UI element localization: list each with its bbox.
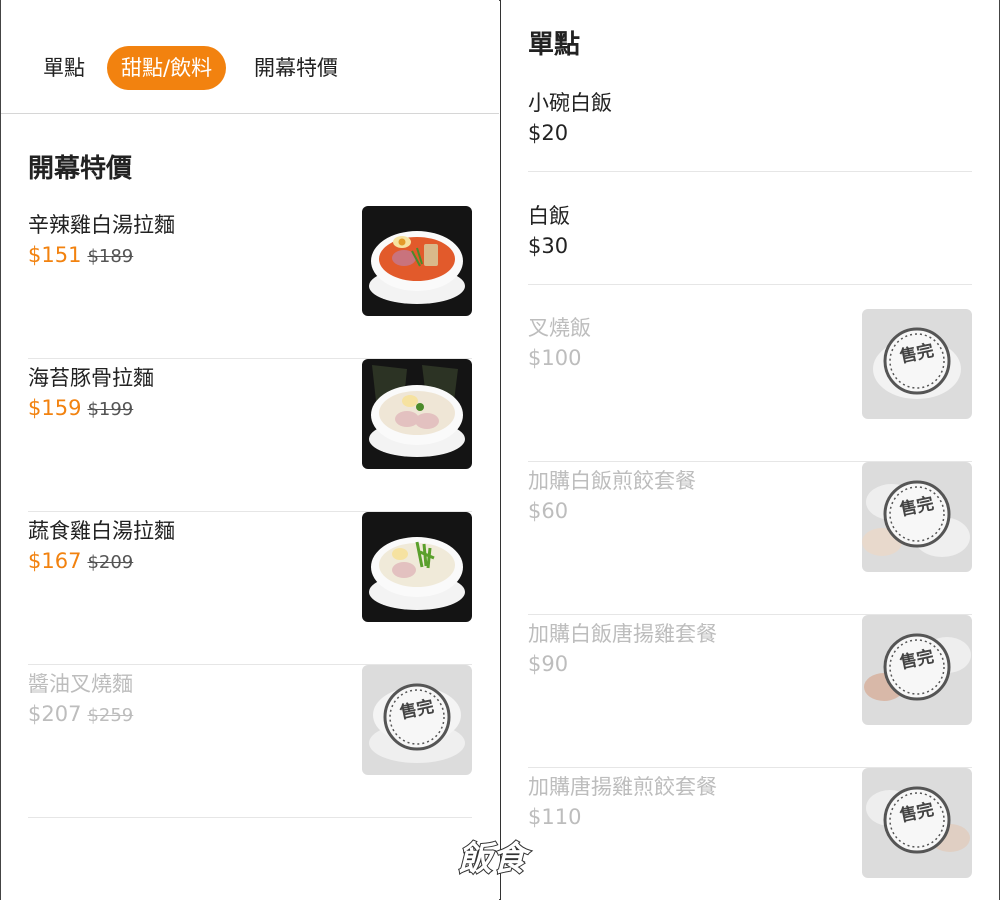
sold-out-photo: 售完	[862, 615, 972, 725]
item-prices: $159 $199	[28, 396, 133, 420]
category-tab-bar: 單點 甜點/飲料 開幕特價	[1, 0, 499, 114]
left-panel: 單點 甜點/飲料 開幕特價 開幕特價 辛辣雞白湯拉麵 $151 $189 海苔豚骨…	[1, 0, 499, 900]
ramen-photo	[362, 206, 472, 316]
item-prices: $110	[528, 805, 581, 829]
item-price: $207	[28, 702, 82, 726]
ramen-photo	[362, 359, 472, 469]
item-prices: $151 $189	[28, 243, 133, 267]
sold-out-stamp-icon: 售完	[369, 683, 465, 763]
sold-out-stamp-icon: 售完	[866, 786, 970, 854]
item-prices: $167 $209	[28, 549, 133, 573]
section-title-opening-special: 開幕特價	[28, 154, 133, 184]
menu-item-sold-out[interactable]: 醬油叉燒麵 $207 $259 售完	[28, 665, 472, 818]
tab-single-items[interactable]: 單點	[29, 46, 99, 90]
item-name: 白飯	[528, 204, 570, 228]
item-price: $110	[528, 805, 582, 829]
item-name: 蔬食雞白湯拉麵	[28, 519, 175, 543]
ramen-photo	[362, 512, 472, 622]
item-price: $30	[528, 234, 569, 258]
item-prices: $207 $259	[28, 702, 133, 726]
item-original-price: $199	[87, 399, 134, 420]
item-prices: $20	[528, 121, 568, 145]
sold-out-stamp-icon: 售完	[862, 480, 970, 557]
item-original-price: $189	[87, 246, 134, 267]
sold-out-photo: 售完	[362, 665, 472, 775]
item-price: $20	[528, 121, 569, 145]
tab-opening-special[interactable]: 開幕特價	[240, 46, 352, 90]
menu-item[interactable]: 海苔豚骨拉麵 $159 $199	[28, 359, 472, 512]
item-name: 小碗白飯	[528, 91, 612, 115]
item-price: $90	[528, 652, 569, 676]
item-price: $60	[528, 499, 569, 523]
sold-out-stamp-icon: 售完	[864, 633, 971, 701]
item-name: 醬油叉燒麵	[28, 672, 133, 696]
menu-item[interactable]: 辛辣雞白湯拉麵 $151 $189	[28, 206, 472, 359]
section-title-single-items: 單點	[528, 30, 581, 60]
item-original-price: $209	[87, 552, 134, 573]
tab-desserts-drinks[interactable]: 甜點/飲料	[107, 46, 227, 90]
item-prices: $100	[528, 346, 581, 370]
item-price: $167	[28, 549, 82, 573]
item-name: 辛辣雞白湯拉麵	[28, 213, 175, 237]
item-name: 叉燒飯	[528, 316, 591, 340]
menu-item-sold-out[interactable]: 加購白飯唐揚雞套餐 $90 售完	[528, 615, 972, 768]
sold-out-photo: 售完	[862, 462, 972, 572]
sold-out-photo: 售完	[862, 768, 972, 878]
item-price: $151	[28, 243, 82, 267]
sold-out-stamp-icon: 售完	[873, 327, 961, 399]
item-name: 加購白飯煎餃套餐	[528, 469, 696, 493]
item-prices: $90	[528, 652, 568, 676]
item-name: 加購白飯唐揚雞套餐	[528, 622, 717, 646]
sold-out-photo: 售完	[862, 309, 972, 419]
item-name: 加購唐揚雞煎餃套餐	[528, 775, 717, 799]
item-original-price: $259	[87, 705, 134, 726]
menu-item[interactable]: 小碗白飯 $20	[528, 84, 972, 172]
item-prices: $30	[528, 234, 568, 258]
menu-item-sold-out[interactable]: 加購白飯煎餃套餐 $60 售完	[528, 462, 972, 615]
menu-item-sold-out[interactable]: 叉燒飯 $100 售完	[528, 309, 972, 462]
item-name: 海苔豚骨拉麵	[28, 366, 154, 390]
item-price: $100	[528, 346, 582, 370]
svg-text:飯食: 飯食	[458, 839, 532, 879]
blog-watermark-logo: 飯食	[430, 832, 554, 884]
menu-item[interactable]: 白飯 $30	[528, 197, 972, 285]
menu-item-sold-out[interactable]: 加購唐揚雞煎餃套餐 $110 售完	[528, 768, 972, 900]
item-prices: $60	[528, 499, 568, 523]
right-panel: 單點 小碗白飯 $20 白飯 $30 叉燒飯 $100 售完 加購白飯煎餃套餐 …	[500, 0, 999, 900]
menu-item[interactable]: 蔬食雞白湯拉麵 $167 $209	[28, 512, 472, 665]
item-price: $159	[28, 396, 82, 420]
